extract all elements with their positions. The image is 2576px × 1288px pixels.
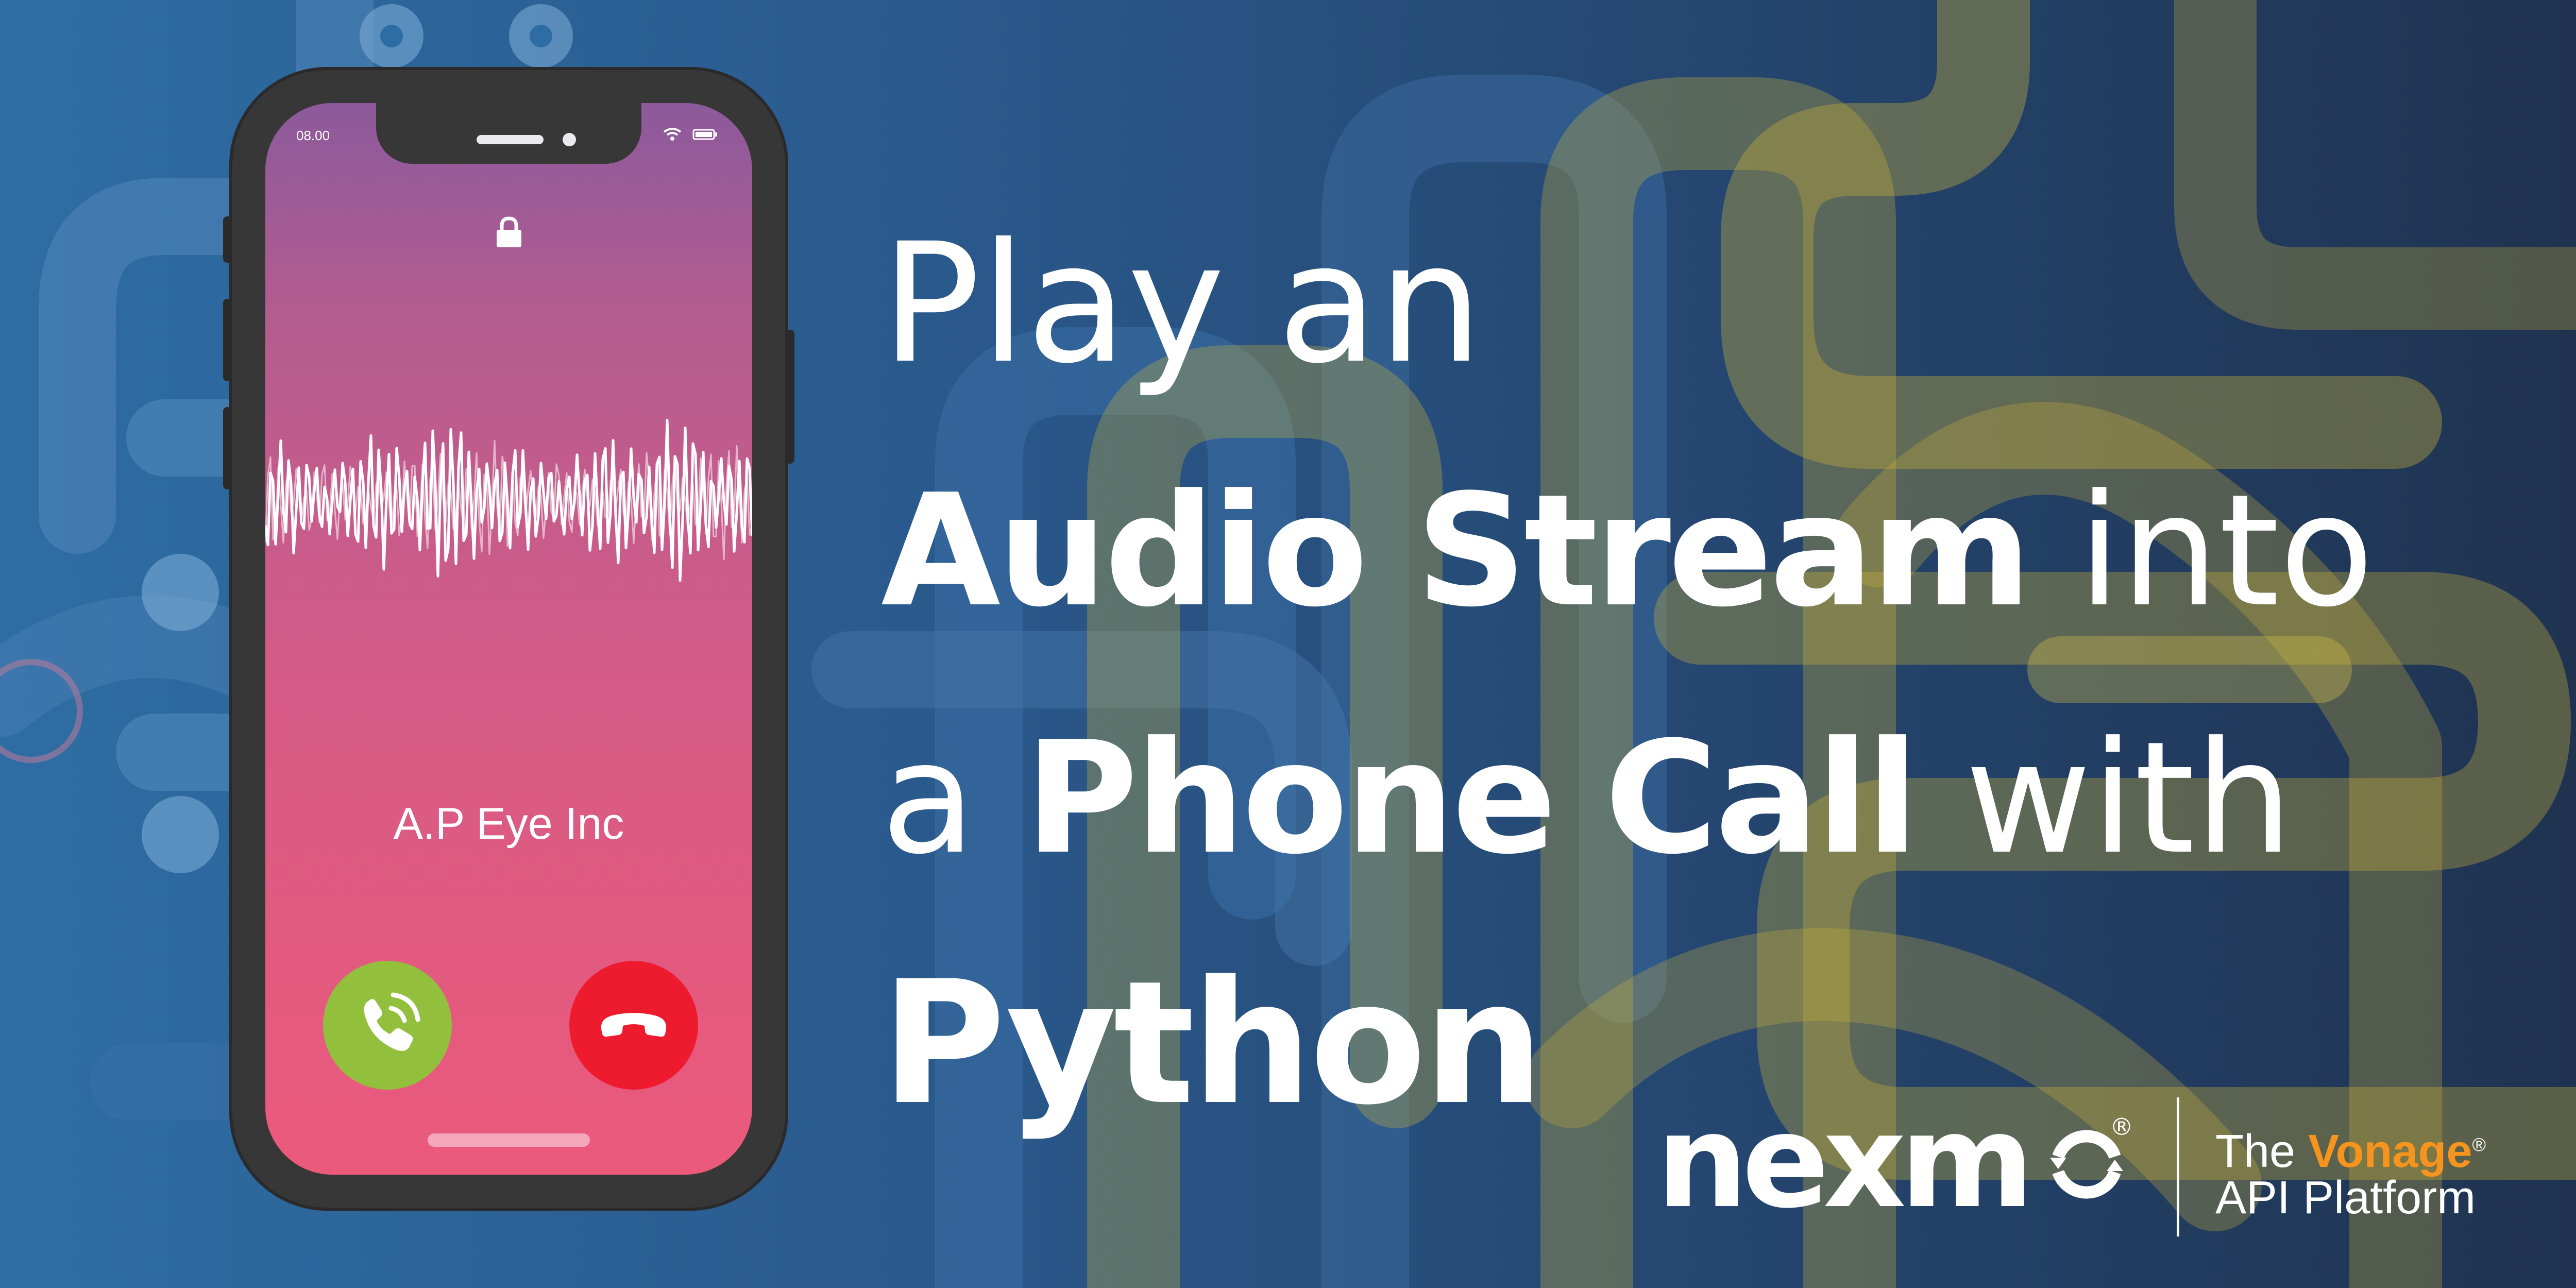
lock-icon xyxy=(497,216,521,247)
wifi-icon xyxy=(663,128,682,141)
phone-mockup: 08.00 A.P Eye Inc xyxy=(223,67,794,1211)
home-indicator xyxy=(428,1133,590,1147)
status-icons xyxy=(662,127,718,144)
status-time: 08.00 xyxy=(296,128,330,143)
headline-text: into xyxy=(2028,461,2374,641)
headline-line-2: Audio Stream into xyxy=(881,474,2374,629)
headline-text: with xyxy=(1916,708,2293,888)
registered-mark: ® xyxy=(2110,1113,2133,1141)
answer-call-button[interactable] xyxy=(323,961,452,1090)
answer-phone-icon xyxy=(364,992,420,1051)
headline-bold-text: Phone Call xyxy=(1025,708,1919,888)
caller-name: A.P Eye Inc xyxy=(393,799,624,849)
headline-bold-text: Python xyxy=(881,944,1544,1142)
tagline-brand: Vonage xyxy=(2308,1126,2472,1177)
audio-waveform xyxy=(265,419,752,582)
tagline-line-2: API Platform xyxy=(2215,1172,2476,1224)
camera-icon xyxy=(563,133,576,146)
headline-line-3: a Phone Call with xyxy=(881,721,2293,876)
headline-line-1: Play an xyxy=(881,222,1483,386)
speaker-icon xyxy=(477,135,544,144)
tagline-registered-mark: ® xyxy=(2472,1134,2486,1155)
nexmo-wordmark: nexm xyxy=(1656,1087,2034,1236)
headline-bold-text: Audio Stream xyxy=(881,461,2032,641)
tagline-prefix: The xyxy=(2215,1126,2309,1177)
phone-screen: 08.00 A.P Eye Inc xyxy=(265,103,752,1175)
headline-line-4: Python xyxy=(881,958,1544,1128)
phone-notch xyxy=(376,103,641,164)
battery-icon xyxy=(692,129,717,140)
decline-phone-icon xyxy=(601,1013,667,1037)
decline-call-button[interactable] xyxy=(569,961,698,1090)
headline-text: Play an xyxy=(881,208,1483,400)
logo-divider xyxy=(2177,1097,2179,1236)
headline-text: a xyxy=(881,708,1025,888)
logo-tagline: The Vonage® API Platform xyxy=(2215,1128,2486,1221)
